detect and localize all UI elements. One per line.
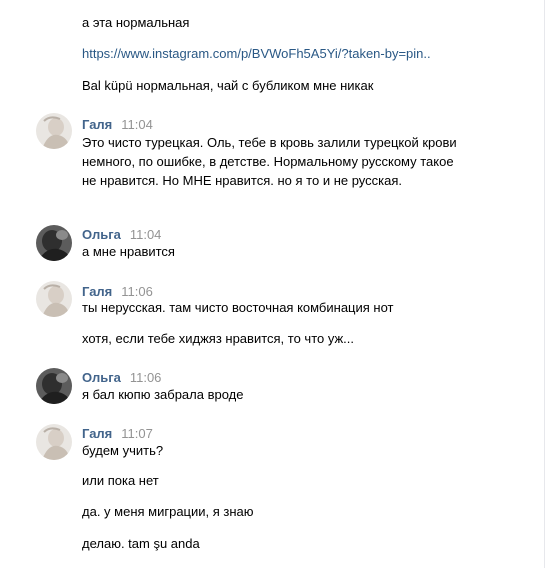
message-text: Это чисто турецкая. Оль, тебе в кровь за… <box>82 135 457 188</box>
message-header: Галя 11:04 <box>82 116 153 134</box>
message-text: или пока нет <box>82 473 159 488</box>
message-text: будем учить? <box>82 443 164 458</box>
author-name[interactable]: Галя <box>82 426 112 441</box>
message-text: я бал кюпю забрала вроде <box>82 387 244 402</box>
avatar[interactable] <box>36 225 72 261</box>
avatar[interactable] <box>36 424 72 460</box>
scrollbar-track[interactable] <box>544 0 551 568</box>
author-name[interactable]: Галя <box>82 284 112 299</box>
photo-avatar-light <box>36 113 72 149</box>
message-text: а эта нормальная <box>82 15 190 30</box>
message-time[interactable]: 11:06 <box>121 284 153 299</box>
author-name[interactable]: Ольга <box>82 370 121 385</box>
message-header: Ольга 11:04 <box>82 226 161 244</box>
message-text: хотя, если тебе хиджяз нравится, то что … <box>82 331 355 346</box>
avatar[interactable] <box>36 113 72 149</box>
avatar[interactable] <box>36 368 72 404</box>
photo-avatar-dark <box>36 225 72 261</box>
photo-avatar-dark <box>36 368 72 404</box>
message-time[interactable]: 11:04 <box>121 117 153 132</box>
avatar[interactable] <box>36 281 72 317</box>
message-header: Ольга 11:06 <box>82 369 161 387</box>
message-link[interactable]: https://www.instagram.com/p/BVWoFh5A5Yi/… <box>82 45 431 63</box>
message-text: делаю. tam şu anda <box>82 536 200 551</box>
message-text: Bal küpü нормальная, чай с бубликом мне … <box>82 78 374 93</box>
message-text: ты нерусская. там чисто восточная комбин… <box>82 300 394 315</box>
message-text: да. у меня миграции, я знаю <box>82 504 254 519</box>
message-time[interactable]: 11:06 <box>130 370 162 385</box>
chat-history: а эта нормальная https://www.instagram.c… <box>0 0 544 568</box>
message-time[interactable]: 11:07 <box>121 426 153 441</box>
message-header: Галя 11:07 <box>82 425 153 443</box>
message-time[interactable]: 11:04 <box>130 227 162 242</box>
author-name[interactable]: Ольга <box>82 227 121 242</box>
author-name[interactable]: Галя <box>82 117 112 132</box>
photo-avatar-light <box>36 281 72 317</box>
photo-avatar-light <box>36 424 72 460</box>
message-text: а мне нравится <box>82 244 175 259</box>
